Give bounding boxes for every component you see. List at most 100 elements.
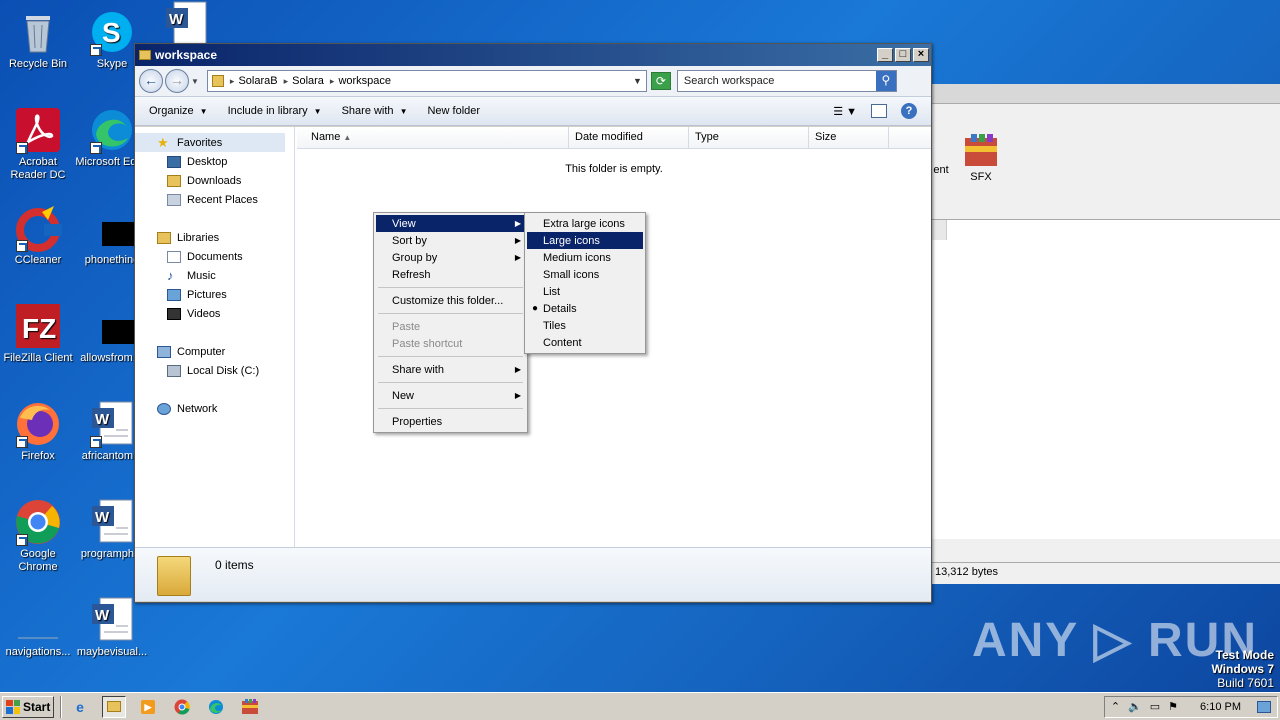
menu-item-new[interactable]: New ▶ <box>376 387 525 404</box>
menu-item-group-by[interactable]: Group by ▶ <box>376 249 525 266</box>
winrar-taskbar-icon[interactable] <box>238 696 262 718</box>
search-icon[interactable]: ⚲ <box>875 71 896 91</box>
view-option-medium-icons[interactable]: Medium icons <box>527 249 643 266</box>
column-header-name[interactable]: Name ▲ <box>297 127 569 148</box>
network-icon <box>157 402 171 415</box>
nav-item-recent-places[interactable]: Recent Places <box>135 190 294 209</box>
toolbar-item-ent[interactable]: ent <box>931 134 951 176</box>
nav-item-desktop[interactable]: Desktop <box>135 152 294 171</box>
share-with-button[interactable]: Share with ▼ <box>342 105 408 117</box>
show-hidden-icons-chevron-up-icon[interactable]: ⌃ <box>1111 700 1120 713</box>
desktop-icon-chrome[interactable]: Google Chrome <box>0 498 76 574</box>
view-option-large-icons[interactable]: Large icons <box>527 232 643 249</box>
submenu-arrow-icon: ▶ <box>514 391 521 400</box>
desktop-icon-firefox[interactable]: Firefox <box>0 400 76 463</box>
include-in-library-button[interactable]: Include in library ▼ <box>228 105 322 117</box>
submenu-arrow-icon: ▶ <box>514 236 521 245</box>
organize-button[interactable]: Organize ▼ <box>149 105 208 117</box>
taskbar: Start e ▶ ⌃ 🔈 ▭ ⚑ 6:10 PM <box>0 692 1280 720</box>
view-option-small-icons[interactable]: Small icons <box>527 266 643 283</box>
nav-libraries[interactable]: Libraries <box>135 228 294 247</box>
menu-item-properties[interactable]: Properties <box>376 413 525 430</box>
list-row[interactable] <box>931 220 947 240</box>
view-option-extra-large-icons[interactable]: Extra large icons <box>527 215 643 232</box>
address-bar[interactable]: ▸ SolaraB ▸ Solara ▸ workspace ▼ <box>206 70 647 92</box>
column-header-type[interactable]: Type <box>689 127 809 148</box>
nav-computer[interactable]: Computer <box>135 342 294 361</box>
navigation-pane[interactable]: ★ Favorites Desktop Downloads Recent Pla… <box>135 127 295 547</box>
help-icon[interactable]: ? <box>901 103 917 119</box>
change-view-icon[interactable]: ☰ ▼ <box>833 105 857 118</box>
start-button[interactable]: Start <box>2 695 54 718</box>
svg-text:W: W <box>95 607 110 624</box>
view-option-content[interactable]: Content <box>527 334 643 351</box>
search-placeholder: Search workspace <box>683 75 775 87</box>
command-bar: Organize ▼ Include in library ▼ Share with… <box>135 96 931 126</box>
show-desktop-icon[interactable] <box>1257 700 1271 713</box>
submenu-arrow-icon: ▶ <box>514 253 521 262</box>
background-window[interactable]: ent SFX 13,312 bytes <box>930 84 1280 584</box>
breadcrumb-item[interactable]: workspace <box>338 75 391 87</box>
nav-item-local-disk[interactable]: Local Disk (C:) <box>135 361 294 380</box>
chrome-taskbar-icon[interactable] <box>170 696 194 718</box>
column-header-size[interactable]: Size <box>809 127 889 148</box>
nav-item-music[interactable]: ♪ Music <box>135 266 294 285</box>
desktop-icon-navigations[interactable]: navigations... <box>0 596 76 659</box>
toolbar-item-sfx[interactable]: SFX <box>961 134 1001 183</box>
volume-icon[interactable]: 🔈 <box>1128 700 1142 713</box>
desktop-icon-recycle-bin[interactable]: Recycle Bin <box>0 8 76 71</box>
background-window-titlebar[interactable] <box>931 84 1280 104</box>
nav-item-documents[interactable]: Documents <box>135 247 294 266</box>
view-option-list[interactable]: List <box>527 283 643 300</box>
network-tray-icon[interactable]: ▭ <box>1150 700 1160 713</box>
word-document-icon: W <box>88 596 136 644</box>
minimize-button[interactable]: _ <box>877 48 893 62</box>
nav-item-videos[interactable]: Videos <box>135 304 294 323</box>
breadcrumb-chevron-icon[interactable]: ▸ <box>284 76 289 87</box>
nav-network[interactable]: Network <box>135 399 294 418</box>
maximize-button[interactable]: □ <box>895 48 911 62</box>
menu-item-customize-folder[interactable]: Customize this folder... <box>376 292 525 309</box>
back-button[interactable]: ← <box>139 69 163 93</box>
breadcrumb-chevron-icon[interactable]: ▸ <box>230 76 235 87</box>
word-document-icon: W <box>88 400 136 448</box>
forward-button[interactable]: → <box>165 69 189 93</box>
menu-item-view[interactable]: View ▶ <box>376 215 525 232</box>
breadcrumb-item[interactable]: Solara <box>292 75 324 87</box>
desktop-icon-ccleaner[interactable]: CCleaner <box>0 204 76 267</box>
media-player-icon[interactable]: ▶ <box>136 696 160 718</box>
music-icon: ♪ <box>167 267 174 283</box>
recent-pages-chevron-down-icon[interactable]: ▼ <box>191 77 199 86</box>
refresh-button[interactable]: ⟳ <box>650 72 671 90</box>
nav-item-pictures[interactable]: Pictures <box>135 285 294 304</box>
menu-item-refresh[interactable]: Refresh <box>376 266 525 283</box>
nav-item-downloads[interactable]: Downloads <box>135 171 294 190</box>
column-header-date[interactable]: Date modified <box>569 127 689 148</box>
menu-item-share-with[interactable]: Share with ▶ <box>376 361 525 378</box>
preview-pane-icon[interactable] <box>871 104 887 118</box>
column-headers: Name ▲ Date modified Type Size <box>297 127 931 149</box>
breadcrumb-item[interactable]: SolaraB <box>238 75 277 87</box>
view-option-tiles[interactable]: Tiles <box>527 317 643 334</box>
action-center-flag-icon[interactable]: ⚑ <box>1168 700 1178 713</box>
desktop-icon-filezilla[interactable]: FZ FileZilla Client <box>0 302 76 365</box>
edge-taskbar-icon[interactable] <box>204 696 228 718</box>
menu-separator <box>378 382 523 383</box>
search-input[interactable]: Search workspace ⚲ <box>676 70 897 92</box>
nav-favorites[interactable]: ★ Favorites <box>135 133 285 152</box>
view-option-details[interactable]: ● Details <box>527 300 643 317</box>
clock[interactable]: 6:10 PM <box>1200 701 1241 713</box>
menu-item-sort-by[interactable]: Sort by ▶ <box>376 232 525 249</box>
empty-folder-message: This folder is empty. <box>565 163 663 175</box>
new-folder-button[interactable]: New folder <box>427 105 480 117</box>
close-button[interactable]: × <box>913 48 929 62</box>
breadcrumb-chevron-icon[interactable]: ▸ <box>330 76 335 87</box>
menu-separator <box>378 408 523 409</box>
desktop-icon-maybevisual[interactable]: W maybevisual... <box>74 596 150 659</box>
windows-explorer-taskbar-button[interactable] <box>102 695 126 718</box>
desktop-icon-acrobat[interactable]: Acrobat Reader DC <box>0 106 76 182</box>
internet-explorer-icon[interactable]: e <box>68 696 92 718</box>
explorer-titlebar[interactable]: workspace _ □ × <box>135 44 931 66</box>
archive-file-list[interactable] <box>931 219 1280 539</box>
address-dropdown-icon[interactable]: ▼ <box>633 76 642 86</box>
